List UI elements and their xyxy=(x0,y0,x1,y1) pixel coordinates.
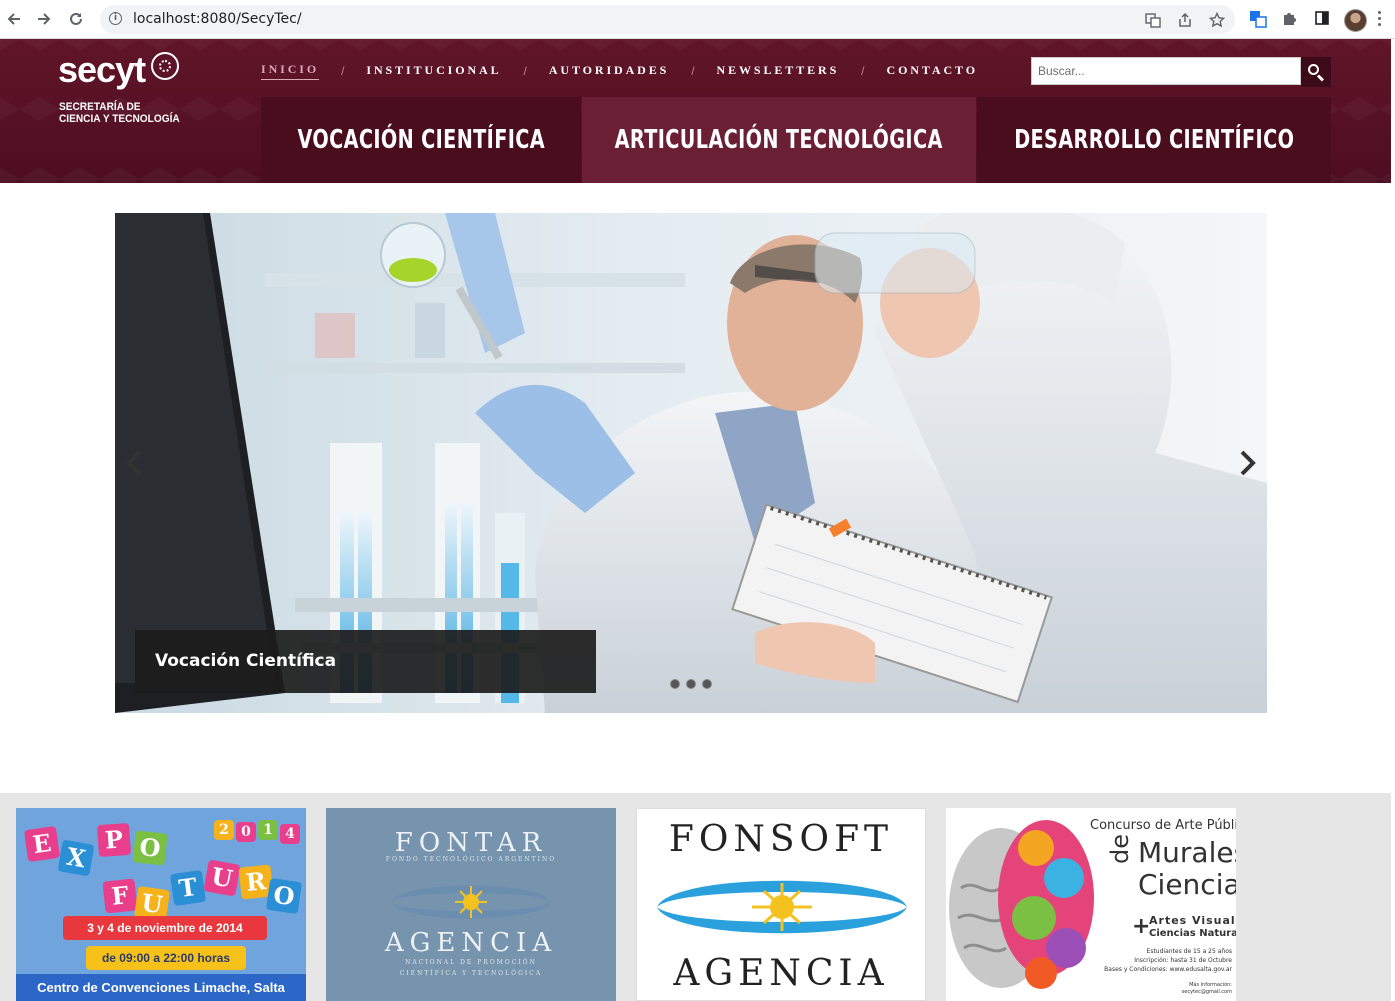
secyt-logo[interactable]: secyt SECRETARÍA DE CIENCIA Y TECNOLOGÍA xyxy=(58,49,188,129)
browser-menu-icon[interactable] xyxy=(1376,9,1382,29)
banner-fontar[interactable]: FONTAR FONDO TECNOLÓGICO ARGENTINO AGENC… xyxy=(326,808,616,1001)
menu-item-autoridades[interactable]: AUTORIDADES xyxy=(549,63,669,80)
fontar-agency-sub-1: NACIONAL DE PROMOCIÓN xyxy=(405,959,537,966)
bookmark-star-icon[interactable] xyxy=(1208,11,1226,28)
forward-arrow-icon[interactable] xyxy=(33,8,55,30)
tab-articulacion-tecnologica[interactable]: ARTICULACIÓN TECNOLÓGICA xyxy=(582,97,976,183)
brain-illustration xyxy=(946,808,1096,1001)
address-bar[interactable]: i localhost:8080/SecyTec/ xyxy=(100,5,1235,34)
fonsoft-agency: AGENCIA xyxy=(673,953,889,994)
seal-icon xyxy=(151,52,179,80)
url-text[interactable]: localhost:8080/SecyTec/ xyxy=(133,11,302,27)
murales-title: Murales xyxy=(1138,836,1236,869)
sun-logo-icon xyxy=(391,885,551,919)
search-icon-handle xyxy=(1316,74,1325,82)
logo-wordmark: secyt xyxy=(58,49,146,90)
slider-dot-3[interactable] xyxy=(702,679,712,689)
expo-letter: O xyxy=(132,830,168,866)
menu-item-inicio[interactable]: INICIO xyxy=(261,62,320,80)
fontar-agency: AGENCIA xyxy=(384,928,558,958)
expo-hours: de 09:00 a 22:00 horas xyxy=(86,946,246,970)
menu-separator: / xyxy=(691,64,695,78)
murales-plus: + xyxy=(1132,914,1151,939)
expo-date: 3 y 4 de noviembre de 2014 xyxy=(63,916,267,940)
back-arrow-icon[interactable] xyxy=(3,8,25,30)
translate-extension-icon[interactable] xyxy=(1248,10,1268,30)
reload-icon[interactable] xyxy=(65,8,87,30)
tab-desarrollo-cientifico[interactable]: DESARROLLO CIENTÍFICO xyxy=(977,97,1331,183)
menu-separator: / xyxy=(523,64,527,78)
banner-murales-ciencias[interactable]: Concurso de Arte Público de Murales Cien… xyxy=(946,808,1236,1001)
expo-letter: P xyxy=(96,822,132,858)
menu-separator: / xyxy=(341,64,345,78)
banner-fonsoft[interactable]: FONSOFT AGENCIA xyxy=(636,808,926,1001)
logo-subtitle-line-1: SECRETARÍA DE xyxy=(59,101,141,113)
fontar-subtitle: FONDO TECNOLÓGICO ARGENTINO xyxy=(385,856,557,863)
slider-dot-2[interactable] xyxy=(686,679,696,689)
expo-year-digit: 1 xyxy=(258,820,278,840)
extensions-puzzle-icon[interactable] xyxy=(1280,10,1300,30)
expo-letter: U xyxy=(203,859,241,897)
banner-expo-futuro[interactable]: E X P O F U T U R O 2 0 1 4 3 y 4 de nov… xyxy=(16,808,306,1001)
murales-ciencias: Ciencias xyxy=(1138,868,1236,901)
murales-artes: Artes Visuales xyxy=(1149,914,1236,927)
sun-logo-icon xyxy=(657,880,907,934)
top-menu: INICIO / INSTITUCIONAL / AUTORIDADES / N… xyxy=(261,59,978,83)
slide-caption[interactable]: Vocación Científica xyxy=(135,630,596,693)
expo-year-digit: 0 xyxy=(236,822,256,842)
tab-vocacion-cientifica[interactable]: VOCACIÓN CIENTÍFICA xyxy=(261,97,581,183)
murales-info-2: secytec@gmail.com xyxy=(1181,989,1232,995)
murales-heading: Concurso de Arte Público xyxy=(1090,818,1236,833)
hero-slider: Vocación Científica xyxy=(115,213,1267,713)
slider-dot-1[interactable] xyxy=(670,679,680,689)
tab-label: ARTICULACIÓN TECNOLÓGICA xyxy=(614,125,944,155)
fonsoft-title: FONSOFT xyxy=(668,819,894,860)
slider-pagination xyxy=(670,679,712,689)
slide-caption-text: Vocación Científica xyxy=(155,651,337,671)
murales-line-3: Bases y Condiciones: www.edusalta.gov.ar xyxy=(1104,966,1232,973)
expo-venue: Centro de Convenciones Limache, Salta xyxy=(16,974,306,1001)
tab-label: VOCACIÓN CIENTÍFICA xyxy=(297,125,545,155)
murales-info-1: Más información: xyxy=(1189,982,1232,988)
expo-year-digit: 4 xyxy=(280,824,300,844)
logo-subtitle: SECRETARÍA DE CIENCIA Y TECNOLOGÍA xyxy=(59,101,190,125)
expo-letter: E xyxy=(23,825,61,863)
murales-naturales: Ciencias Naturales xyxy=(1149,928,1236,939)
murales-de: de xyxy=(1106,834,1134,864)
expo-letter: T xyxy=(169,869,207,907)
slider-prev-chevron-icon[interactable] xyxy=(125,450,145,476)
search-button[interactable] xyxy=(1301,57,1331,87)
share-icon[interactable] xyxy=(1176,12,1194,28)
menu-separator: / xyxy=(861,64,865,78)
murales-line-1: Estudiantes de 15 a 25 años xyxy=(1146,948,1232,955)
search-input[interactable] xyxy=(1031,57,1301,85)
slider-next-chevron-icon[interactable] xyxy=(1237,450,1257,476)
browser-toolbar: i localhost:8080/SecyTec/ xyxy=(0,0,1395,39)
logo-subtitle-line-2: CIENCIA Y TECNOLOGÍA xyxy=(59,113,180,125)
translate-icon[interactable] xyxy=(1144,12,1162,28)
search-icon xyxy=(1308,64,1319,75)
fontar-agency-sub-2: CIENTÍFICA Y TECNOLÓGICA xyxy=(399,970,543,977)
expo-year-digit: 2 xyxy=(214,820,234,840)
menu-item-institucional[interactable]: INSTITUCIONAL xyxy=(366,63,501,80)
expo-letter: O xyxy=(265,877,303,915)
side-panel-icon[interactable] xyxy=(1312,10,1332,30)
profile-avatar[interactable] xyxy=(1344,9,1367,32)
tab-label: DESARROLLO CIENTÍFICO xyxy=(1013,125,1295,155)
expo-letter: X xyxy=(57,839,95,877)
site-info-icon[interactable]: i xyxy=(109,12,122,25)
murales-line-2: Inscripción: hasta 31 de Octubre xyxy=(1134,957,1232,964)
menu-item-newsletters[interactable]: NEWSLETTERS xyxy=(717,63,840,80)
fontar-title: FONTAR xyxy=(394,828,548,858)
menu-item-contacto[interactable]: CONTACTO xyxy=(887,63,978,80)
expo-letter: F xyxy=(102,878,138,914)
site-header: secyt SECRETARÍA DE CIENCIA Y TECNOLOGÍA… xyxy=(0,39,1391,183)
